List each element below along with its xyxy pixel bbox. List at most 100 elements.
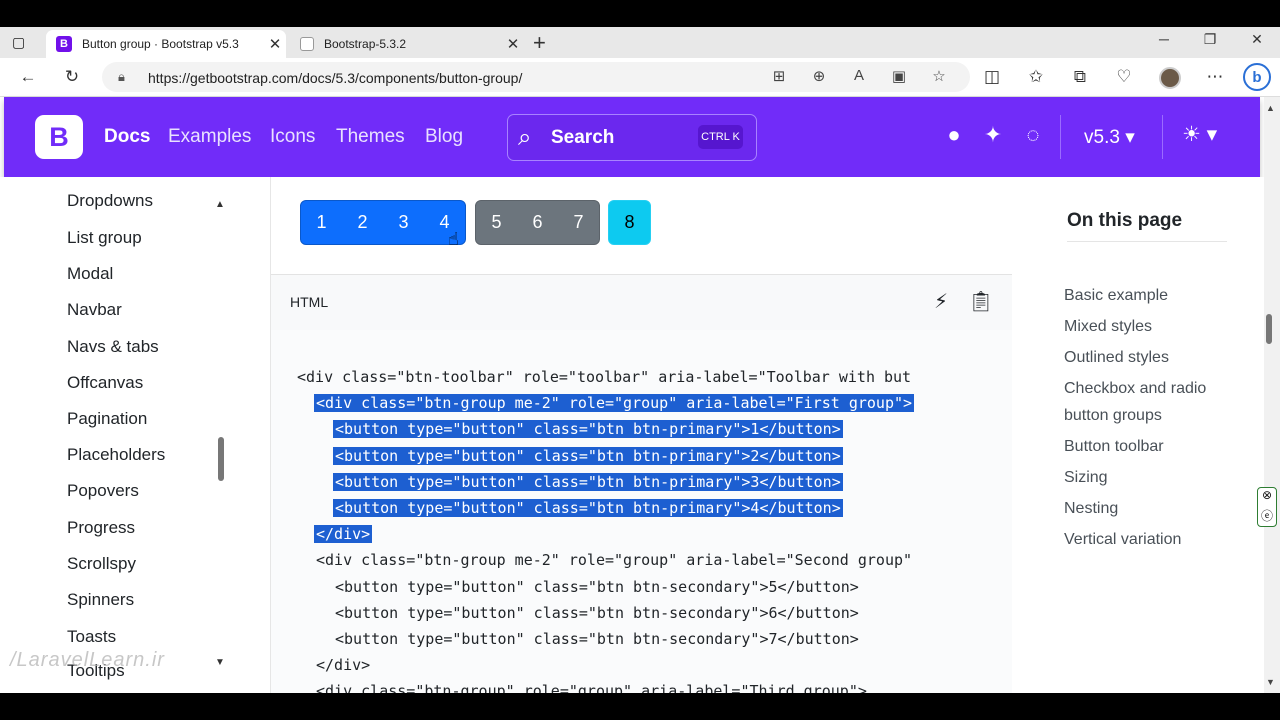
sidebar-item-toasts[interactable]: Toasts [67,627,116,647]
page-scroll-up-icon[interactable]: ▲ [1266,103,1275,113]
sidebar-item-placeholders[interactable]: Placeholders [67,445,165,465]
tab-button-group[interactable]: B Button group · Bootstrap v5.3 ✕ [46,30,286,58]
split-screen-icon[interactable]: ◫ [980,67,1004,87]
zoom-icon[interactable]: ⊕ [809,67,829,85]
more-menu-icon[interactable]: ⋯ [1203,67,1227,87]
watermark: /LaravelLearn.ir [10,649,165,671]
code-line: <button type="button" class="btn btn-sec… [333,600,861,626]
toc-item-nesting[interactable]: Nesting [1064,495,1118,522]
sidebar-item-popovers[interactable]: Popovers [67,481,139,501]
close-tab-icon[interactable]: ✕ [502,35,524,53]
toc-item-button-toolbar[interactable]: Button toolbar [1064,433,1164,460]
code-line: <div class="btn-group me-2" role="group"… [314,390,915,416]
primary-button-2[interactable]: 2 [342,201,383,244]
toc-item-outlined-styles[interactable]: Outlined styles [1064,344,1169,371]
immersive-reader-icon[interactable]: ▣ [889,67,909,85]
collections-icon[interactable]: ⧉ [1068,67,1092,87]
page-scrollbar[interactable] [1264,97,1280,693]
refresh-icon[interactable]: ↻ [60,67,84,87]
apps-icon[interactable]: ⊞ [769,67,789,85]
page-scroll-down-icon[interactable]: ▼ [1266,677,1275,687]
sidebar-item-modal[interactable]: Modal [67,264,113,284]
twitter-icon[interactable]: ✦ [979,122,1007,148]
secondary-button-6[interactable]: 6 [517,201,558,244]
back-arrow-icon[interactable]: ← [16,67,40,87]
table-of-contents: On this page Basic example Mixed styles … [1012,177,1264,693]
code-language-label: HTML [290,294,329,310]
nav-link-examples[interactable]: Examples [168,126,251,148]
sidebar-item-navbar[interactable]: Navbar [67,300,122,320]
code-line-text: <button type="button" class="btn btn-sec… [335,577,859,596]
side-widget[interactable]: ⊗ ⓔ [1257,487,1277,527]
sidebar-item-list-group[interactable]: List group [67,228,142,248]
browser-essentials-icon[interactable]: ♡ [1112,67,1136,87]
copy-clipboard-icon[interactable]: 📋︎ [968,289,994,314]
info-button-8[interactable]: 8 [609,201,650,244]
sidebar-item-progress[interactable]: Progress [67,518,135,538]
code-line: <button type="button" class="btn btn-pri… [333,416,843,442]
code-line: </div> [314,652,372,678]
toc-item-vertical-variation[interactable]: Vertical variation [1064,526,1181,553]
sidebar-scrollbar-thumb[interactable] [218,437,224,481]
docs-search-button[interactable]: ⌕ Search CTRL K [507,114,757,161]
secondary-button-5[interactable]: 5 [476,201,517,244]
nav-link-icons[interactable]: Icons [270,126,315,148]
close-window-icon[interactable]: ✕ [1247,31,1267,48]
favorite-star-icon[interactable]: ☆ [929,67,949,85]
code-line-text: <button type="button" class="btn btn-pri… [333,420,843,439]
sidebar-item-navs-tabs[interactable]: Navs & tabs [67,337,159,357]
main-content: 1 2 3 4 5 6 7 8 ☝ HTML ⚡ 📋︎ <div class="… [270,177,1013,693]
stackblitz-bolt-icon[interactable]: ⚡ [928,289,954,314]
nav-link-blog[interactable]: Blog [425,126,463,148]
sidebar-item-offcanvas[interactable]: Offcanvas [67,373,143,393]
theme-toggle-sun-icon[interactable]: ☀ ▾ [1182,122,1217,147]
nav-link-themes[interactable]: Themes [336,126,405,148]
browser-toolbar: ← ↻ 🔒︎ https://getbootstrap.com/docs/5.3… [0,58,1280,97]
divider [1067,241,1227,242]
close-tab-icon[interactable]: ✕ [264,35,286,53]
code-line: <div class="btn-group" role="group" aria… [314,678,869,693]
favorites-icon[interactable]: ✩ [1024,67,1048,87]
sidebar-scroll-down-icon[interactable]: ▼ [215,657,225,668]
toc-item-mixed-styles[interactable]: Mixed styles [1064,313,1152,340]
code-line-text: <button type="button" class="btn btn-pri… [333,499,843,517]
primary-button-3[interactable]: 3 [383,201,424,244]
tab-actions-icon[interactable]: ▢ [12,34,32,52]
tab-bootstrap-532[interactable]: Bootstrap-5.3.2 ✕ [290,30,524,58]
github-icon[interactable]: ● [940,122,968,148]
page-scrollbar-thumb[interactable] [1266,314,1272,344]
code-block[interactable]: <div class="btn-toolbar" role="toolbar" … [271,330,1013,693]
bing-copilot-icon[interactable]: b [1243,63,1271,91]
code-line-text: <button type="button" class="btn btn-pri… [333,472,843,491]
bootstrap-navbar: B Docs Examples Icons Themes Blog ⌕ Sear… [4,97,1260,177]
toc-item-checkbox-radio[interactable]: Checkbox and radio button groups [1064,375,1244,429]
secondary-button-7[interactable]: 7 [558,201,599,244]
code-line: <div class="btn-toolbar" role="toolbar" … [295,364,913,390]
toc-item-sizing[interactable]: Sizing [1064,464,1108,491]
profile-avatar[interactable] [1159,67,1181,89]
minimize-icon[interactable]: ─ [1154,31,1174,47]
primary-button-1[interactable]: 1 [301,201,342,244]
sidebar-item-pagination[interactable]: Pagination [67,409,147,429]
sidebar-scroll-up-icon[interactable]: ▲ [215,199,225,210]
restore-icon[interactable]: ❐ [1200,31,1220,48]
widget-close-icon[interactable]: ⊗ [1258,488,1276,507]
toc-item-basic-example[interactable]: Basic example [1064,282,1168,309]
address-bar[interactable]: 🔒︎ https://getbootstrap.com/docs/5.3/com… [102,62,970,92]
version-dropdown[interactable]: v5.3 ▾ [1084,126,1135,149]
bootstrap-logo-icon[interactable]: B [35,115,83,159]
opencollective-icon[interactable]: ◌ [1019,122,1047,148]
widget-edge-icon[interactable]: ⓔ [1258,507,1276,526]
code-line: <button type="button" class="btn btn-pri… [333,495,843,521]
sidebar-item-dropdowns[interactable]: Dropdowns [67,191,153,211]
code-header: HTML ⚡ 📋︎ [271,275,1013,330]
code-line-text: </div> [314,525,373,544]
new-tab-button[interactable]: + [533,30,546,56]
nav-link-docs[interactable]: Docs [104,126,150,148]
sidebar-item-scrollspy[interactable]: Scrollspy [67,554,136,574]
sidebar-item-spinners[interactable]: Spinners [67,590,134,610]
code-line-text: <div class="btn-group me-2" role="group"… [314,394,915,413]
read-aloud-icon[interactable]: A [849,67,869,84]
code-line-text: <div class="btn-group me-2" role="group"… [316,551,913,570]
tab-title: Bootstrap-5.3.2 [324,37,407,51]
